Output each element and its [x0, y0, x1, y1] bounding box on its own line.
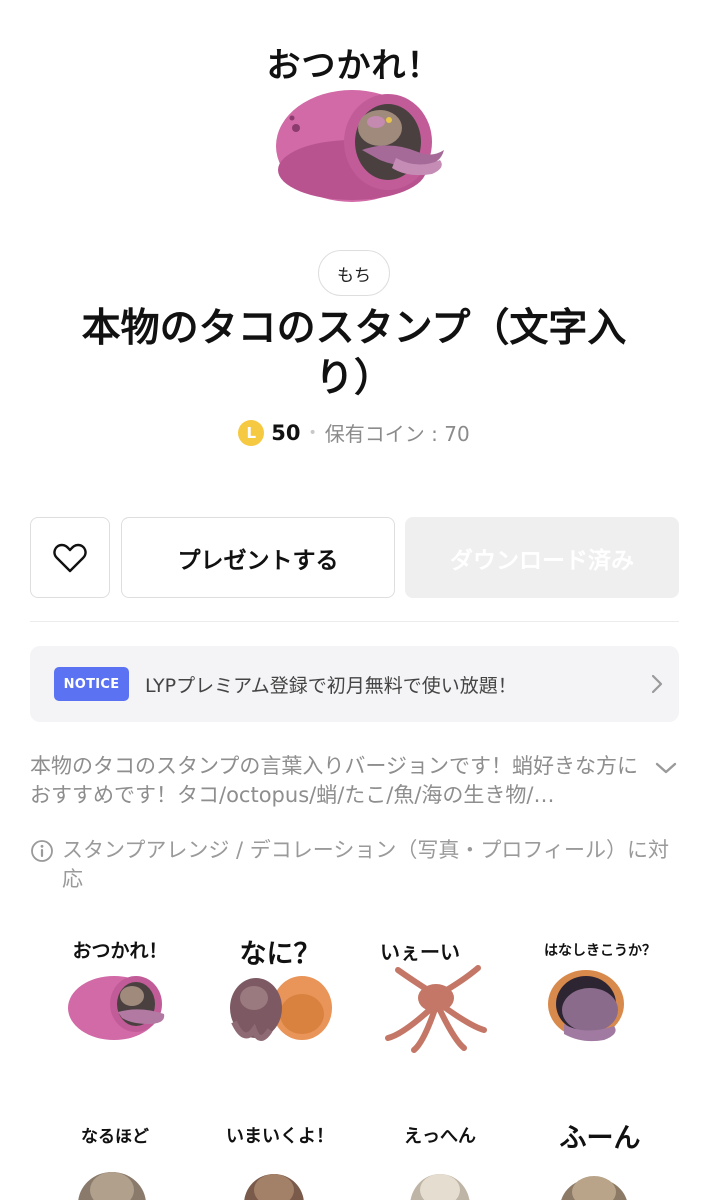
present-button[interactable]: プレゼントする	[121, 517, 395, 598]
page-title: 本物のタコのスタンプ（文字入り）	[81, 306, 627, 401]
heart-outline-icon	[53, 543, 87, 572]
sticker-label: はなしきこうか？	[544, 943, 656, 959]
description-text: 本物のタコのスタンプの言葉入りバージョンです！蛸好きな方におすすめです！タコ/o…	[30, 754, 638, 807]
chevron-down-icon[interactable]	[650, 754, 682, 782]
sticker-image	[230, 976, 332, 1041]
author-chip[interactable]: もち	[318, 250, 390, 296]
action-bar: プレゼントする ダウンロード済み	[30, 517, 679, 598]
sticker-item[interactable]: おつかれ！	[44, 928, 196, 1068]
sticker-item[interactable]: はなしきこうか？	[524, 928, 676, 1068]
arrange-note: スタンプアレンジ / デコレーション（写真・プロフィール）に対応	[30, 836, 680, 894]
sticker-item[interactable]: いまいくよ！	[204, 1114, 356, 1200]
sticker-image	[68, 976, 165, 1040]
sticker-image	[385, 965, 487, 1053]
sticker-image	[78, 1172, 146, 1200]
sticker-image	[548, 970, 624, 1042]
divider	[30, 621, 679, 622]
sticker-label: いまいくよ！	[226, 1126, 334, 1147]
sticker-image	[561, 1176, 627, 1200]
price-row: L 50 • 保有コイン : 70	[0, 418, 708, 447]
sticker-item[interactable]: いぇーい	[364, 928, 516, 1068]
sticker-item[interactable]: えっへん	[364, 1114, 516, 1200]
notice-badge: NOTICE	[54, 667, 129, 701]
sticker-label: いぇーい	[380, 940, 460, 964]
sticker-label: えっへん	[404, 1126, 476, 1147]
price-amount: 50	[271, 420, 301, 445]
sticker-item[interactable]: ふーん	[524, 1114, 676, 1200]
arrange-note-text: スタンプアレンジ / デコレーション（写真・プロフィール）に対応	[62, 838, 669, 891]
main-sticker-preview[interactable]: おつかれ！	[0, 0, 708, 230]
sticker-image	[244, 1174, 304, 1200]
info-icon	[31, 840, 53, 862]
sticker-label: おつかれ！	[72, 940, 168, 962]
chevron-right-icon	[635, 673, 679, 695]
owned-coins: 保有コイン : 70	[324, 422, 470, 446]
sticker-label: なるほど	[81, 1127, 149, 1147]
download-button[interactable]: ダウンロード済み	[405, 517, 679, 598]
notice-banner[interactable]: NOTICE LYPプレミアム登録で初月無料で使い放題！	[30, 646, 679, 722]
separator-dot: •	[308, 424, 317, 441]
line-coin-icon: L	[238, 419, 265, 446]
main-sticker-image	[276, 90, 444, 202]
sticker-image	[410, 1174, 470, 1200]
sticker-item[interactable]: なるほど	[44, 1114, 196, 1200]
sticker-grid: おつかれ！ なに？ いぇーい はなしきこうか？ なるほど いまいくよ！ えっへん…	[44, 928, 684, 1200]
favorite-button[interactable]	[30, 517, 110, 598]
notice-text: LYPプレミアム登録で初月無料で使い放題！	[145, 674, 517, 697]
